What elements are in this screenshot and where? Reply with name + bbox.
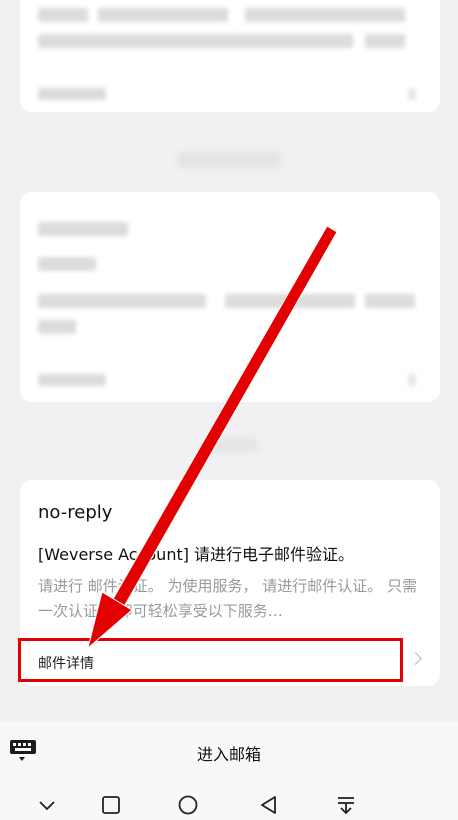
annotation-arrow	[87, 225, 338, 650]
recents-square-icon[interactable]	[100, 794, 122, 816]
chevron-down-icon[interactable]	[36, 794, 58, 816]
notification-pull-icon[interactable]	[335, 794, 357, 816]
home-circle-icon[interactable]	[177, 794, 199, 816]
back-triangle-icon[interactable]	[258, 794, 280, 816]
enter-mailbox-button[interactable]: 进入邮箱	[0, 741, 458, 765]
system-navigation-bar	[0, 778, 458, 820]
